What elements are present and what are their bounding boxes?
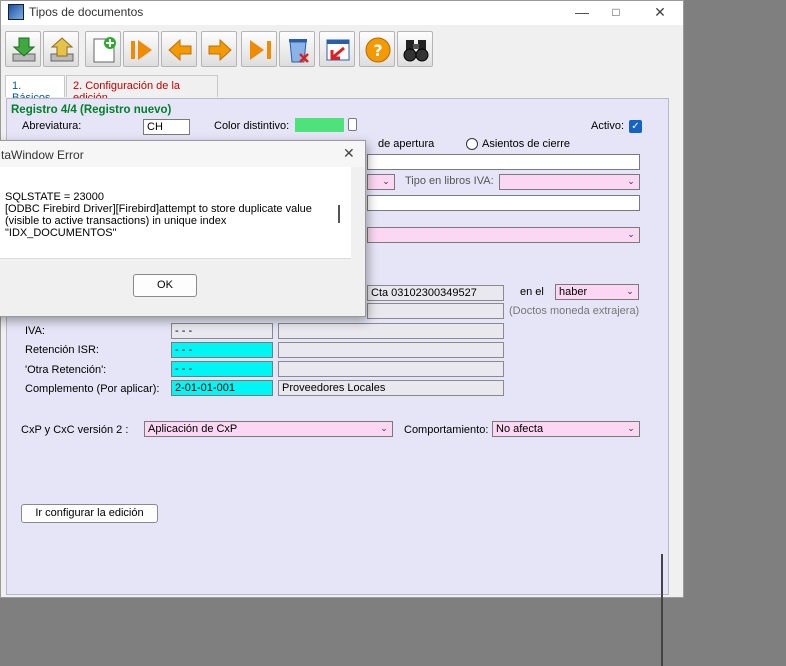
- isr-name-field[interactable]: [278, 342, 504, 358]
- first-arrow-icon: [131, 40, 152, 60]
- chevron-down-icon: ⌄: [626, 286, 634, 296]
- moneda-field[interactable]: [367, 303, 504, 319]
- new-document-icon: [93, 37, 116, 63]
- complemento-code-field[interactable]: 2-01-01-001: [171, 380, 273, 396]
- last-arrow-icon: [250, 40, 271, 60]
- iva-code-field[interactable]: - - -: [171, 323, 273, 339]
- undo-button[interactable]: [319, 31, 355, 67]
- binoculars-icon: [403, 40, 429, 62]
- description-field[interactable]: [367, 154, 640, 170]
- apertura-radio-label: de apertura: [378, 138, 435, 150]
- haber-value: haber: [559, 286, 588, 298]
- complemento-name-field[interactable]: Proveedores Locales: [278, 380, 504, 396]
- doctos-note: (Doctos moneda extrajera): [509, 305, 640, 317]
- series-select[interactable]: ⌄: [367, 227, 640, 243]
- tipo-iva-select[interactable]: ⌄: [499, 174, 640, 190]
- abreviatura-input[interactable]: CH: [143, 119, 190, 135]
- comportamiento-value: No afecta: [496, 423, 544, 435]
- svg-text:?: ?: [373, 41, 382, 60]
- message-scrollbar[interactable]: [338, 205, 340, 223]
- left-arrow-icon: [168, 38, 192, 62]
- previous-record-button[interactable]: [161, 31, 197, 67]
- right-arrow-icon: [208, 38, 232, 62]
- upload-icon: [50, 37, 74, 62]
- chevron-down-icon: ⌄: [382, 176, 390, 186]
- tab-configuracion[interactable]: 2. Configuración de la edición: [66, 75, 218, 104]
- en-el-label: en el: [520, 286, 544, 298]
- download-save-icon: [12, 37, 36, 62]
- otra-retencion-code-field[interactable]: - - -: [171, 361, 273, 377]
- cxp-label: CxP y CxC versión 2 :: [21, 424, 129, 436]
- cierre-radio[interactable]: [466, 138, 478, 150]
- comportamiento-select[interactable]: No afecta ⌄: [492, 421, 640, 437]
- maximize-icon[interactable]: □: [601, 3, 631, 23]
- chevron-down-icon: ⌄: [627, 229, 635, 239]
- color-picker-button[interactable]: [348, 118, 357, 131]
- activo-label: Activo:: [591, 120, 625, 132]
- ok-button[interactable]: OK: [133, 274, 197, 297]
- config-edition-button[interactable]: Ir configurar la edición: [21, 504, 158, 523]
- cuenta-field[interactable]: Cta 03102300349527: [367, 285, 504, 301]
- search-button[interactable]: [397, 31, 433, 67]
- close-icon[interactable]: ✕: [645, 3, 675, 23]
- tipo-iva-label: Tipo en libros IVA:: [405, 175, 494, 187]
- next-record-button[interactable]: [201, 31, 237, 67]
- dialog-title: taWindow Error: [1, 148, 84, 162]
- cxp-select[interactable]: Aplicación de CxP ⌄: [144, 421, 393, 437]
- undo-window-icon: [326, 39, 350, 61]
- dialog-body: SQLSTATE = 23000 [ODBC Firebird Driver][…: [0, 167, 351, 259]
- chevron-down-icon: ⌄: [627, 423, 635, 433]
- activo-checkbox[interactable]: ✓: [629, 120, 642, 133]
- comportamiento-label: Comportamiento:: [404, 424, 489, 436]
- error-dialog: taWindow Error ✕ SQLSTATE = 23000 [ODBC …: [0, 140, 366, 317]
- help-icon: ?: [365, 37, 391, 63]
- last-record-button[interactable]: [241, 31, 277, 67]
- window-title: Tipos de documentos: [29, 5, 144, 19]
- new-document-button[interactable]: [85, 31, 121, 67]
- error-message: SQLSTATE = 23000 [ODBC Firebird Driver][…: [5, 191, 312, 239]
- color-swatch[interactable]: [295, 118, 344, 132]
- isr-code-field[interactable]: - - -: [171, 342, 273, 358]
- cierre-radio-label: Asientos de cierre: [482, 138, 571, 150]
- tab-basicos[interactable]: 1. Básicos: [5, 75, 65, 104]
- scrollbar-thumb[interactable]: [661, 554, 663, 666]
- upload-button[interactable]: [43, 31, 79, 67]
- complemento-label: Complemento (Por aplicar):: [25, 383, 160, 395]
- type-select[interactable]: ⌄: [367, 174, 395, 190]
- dialog-close-icon[interactable]: ✕: [343, 145, 355, 162]
- save-button[interactable]: [5, 31, 41, 67]
- chevron-down-icon: ⌄: [380, 423, 388, 433]
- trash-icon: [289, 39, 309, 63]
- record-header: Registro 4/4 (Registro nuevo): [11, 104, 172, 116]
- cxp-value: Aplicación de CxP: [148, 423, 238, 435]
- color-label: Color distintivo:: [214, 120, 290, 132]
- secondary-field[interactable]: [367, 195, 640, 211]
- otra-retencion-label: 'Otra Retención':: [25, 364, 107, 376]
- isr-label: Retención ISR:: [25, 344, 99, 356]
- chevron-down-icon: ⌄: [627, 176, 635, 186]
- abreviatura-label: Abreviatura:: [22, 120, 82, 132]
- haber-select[interactable]: haber ⌄: [555, 284, 639, 300]
- minimize-icon[interactable]: —: [567, 3, 597, 23]
- iva-name-field[interactable]: [278, 323, 504, 339]
- first-record-button[interactable]: [123, 31, 159, 67]
- dialog-title-bar: taWindow Error ✕: [0, 141, 365, 167]
- title-bar: Tipos de documentos — □ ✕: [1, 1, 683, 25]
- delete-button[interactable]: [279, 31, 315, 67]
- help-button[interactable]: ?: [359, 31, 395, 67]
- otra-retencion-name-field[interactable]: [278, 361, 504, 377]
- iva-label: IVA:: [25, 325, 45, 337]
- app-icon: [8, 4, 24, 20]
